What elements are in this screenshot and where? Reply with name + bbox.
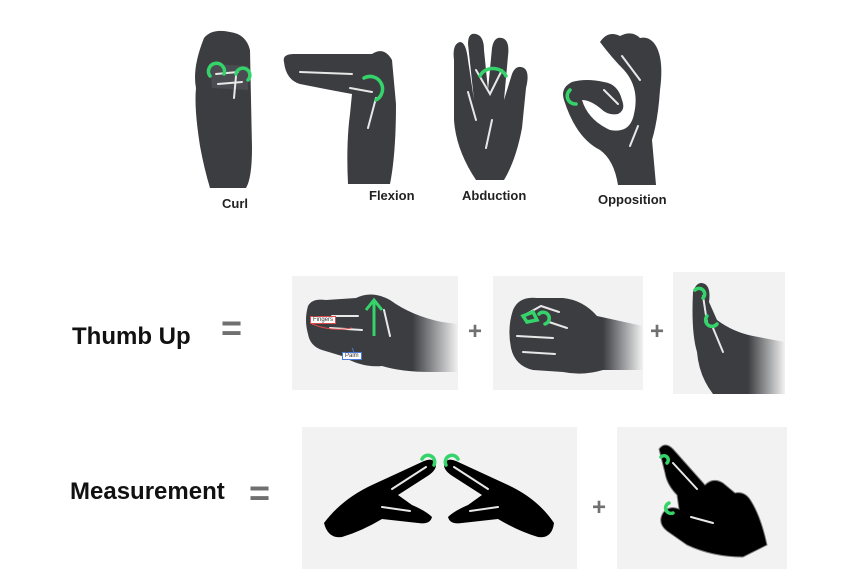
thumb-up-panel-1: Fingers Palm (292, 276, 458, 390)
measurement-panel-2 (617, 427, 787, 569)
flexion-hand-illustration (283, 51, 396, 184)
fist-curl-illustration (509, 297, 643, 374)
curl-hand-illustration (195, 30, 252, 188)
gesture-label-flexion: Flexion (369, 188, 415, 203)
measurement-equals: = (249, 472, 271, 513)
gesture-label-opposition: Opposition (598, 192, 667, 207)
index-point-illustration (658, 444, 768, 558)
gesture-label-curl: Curl (222, 196, 248, 211)
two-hands-pinch-illustration (324, 453, 554, 538)
thumb-up-plus-1: + (468, 318, 483, 345)
thumb-up-panel-3 (673, 272, 785, 394)
fist-thumb-up-illustration (306, 294, 458, 372)
thumb-up-plus-2: + (650, 318, 665, 345)
gesture-label-abduction: Abduction (462, 188, 527, 203)
opposition-hand-illustration (563, 33, 662, 185)
fingers-annotation: Fingers (310, 316, 337, 324)
measurement-label: Measurement (70, 478, 225, 505)
thumb-up-label: Thumb Up (72, 323, 191, 350)
thumb-up-equals: = (221, 307, 243, 348)
abduction-hand-illustration (453, 33, 528, 180)
measurement-plus: + (592, 494, 607, 521)
thumb-extended-illustration (692, 283, 785, 394)
thumb-up-panel-2 (493, 276, 643, 390)
palm-annotation: Palm (342, 352, 362, 360)
measurement-panel-1 (302, 427, 577, 569)
